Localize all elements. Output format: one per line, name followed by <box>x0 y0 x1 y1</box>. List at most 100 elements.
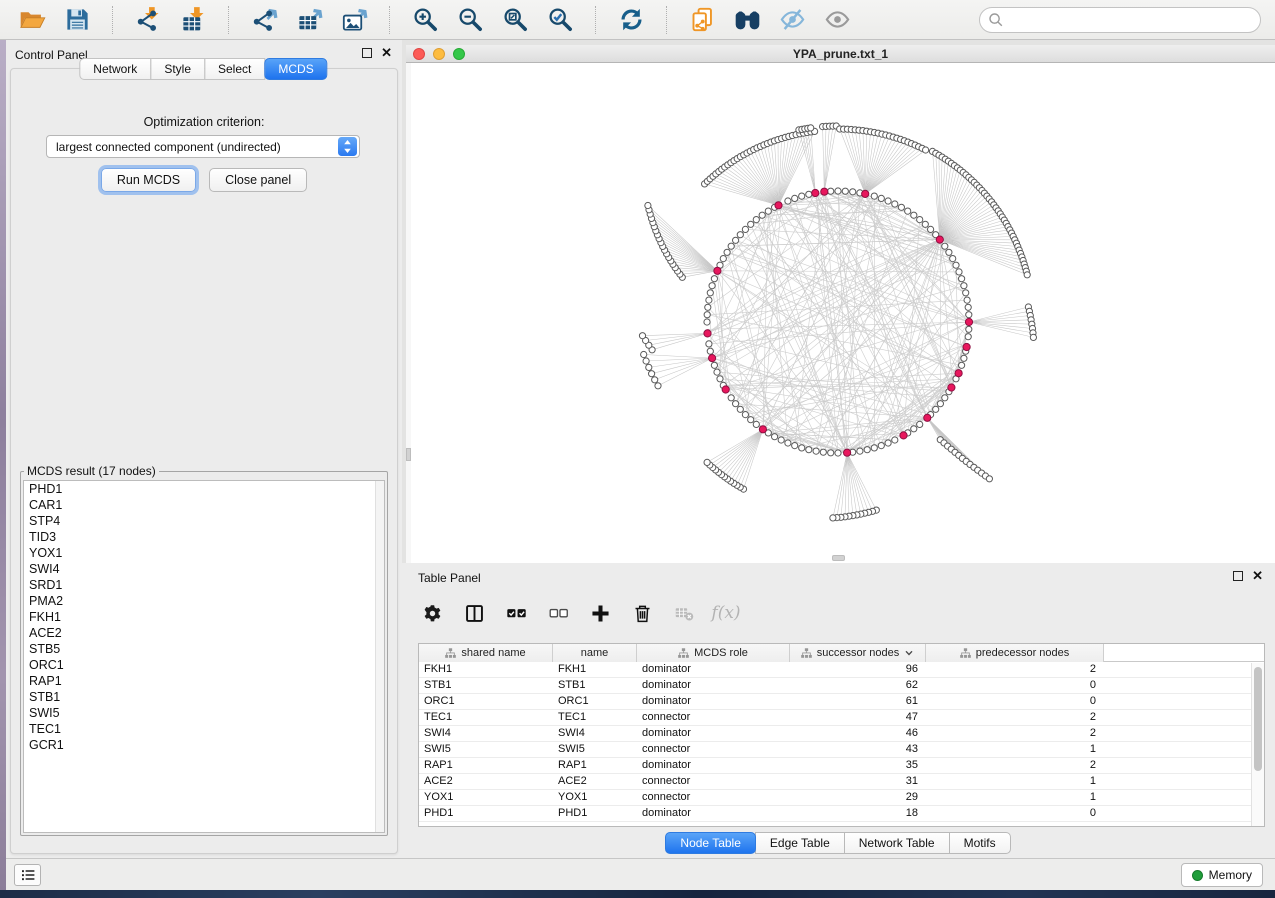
network-view-titlebar[interactable]: YPA_prune.txt_1 <box>406 45 1275 63</box>
tab-edge-table[interactable]: Edge Table <box>755 832 845 854</box>
export-image-button[interactable] <box>336 4 372 36</box>
plus-icon <box>590 603 611 624</box>
table-row[interactable]: YOX1YOX1connector291 <box>419 790 1264 806</box>
fx-icon: f(x) <box>711 603 740 623</box>
table-cell: 0 <box>926 694 1104 709</box>
mcds-result-item[interactable]: PMA2 <box>24 593 384 609</box>
table-cell: 47 <box>790 710 926 725</box>
clone-network-button[interactable] <box>684 4 720 36</box>
zoom-out-button[interactable] <box>452 4 488 36</box>
mcds-result-item[interactable]: TID3 <box>24 529 384 545</box>
minimize-window-button[interactable] <box>433 48 445 60</box>
select-all-columns-button[interactable] <box>502 599 530 627</box>
refresh-button[interactable] <box>613 4 649 36</box>
network-vscroll-track[interactable] <box>406 63 411 563</box>
close-panel-button[interactable]: Close panel <box>209 168 307 192</box>
close-table-panel-icon[interactable]: ✕ <box>1252 570 1263 581</box>
table-row[interactable]: TEC1TEC1connector472 <box>419 710 1264 726</box>
tab-select[interactable]: Select <box>204 58 265 80</box>
tab-network-table[interactable]: Network Table <box>844 832 950 854</box>
network-canvas[interactable] <box>406 63 1275 563</box>
show-all-icon <box>824 6 851 33</box>
trash-icon <box>632 603 653 624</box>
folder-open-icon <box>19 6 46 33</box>
mcds-result-item[interactable]: RAP1 <box>24 673 384 689</box>
column-header-MCDS-role[interactable]: MCDS role <box>637 644 790 662</box>
network-vscroll-thumb[interactable] <box>406 448 411 461</box>
table-cell: 29 <box>790 790 926 805</box>
mcds-result-item[interactable]: YOX1 <box>24 545 384 561</box>
import-network-icon <box>135 6 162 33</box>
table-cell: SWI4 <box>419 726 553 741</box>
mcds-result-item[interactable]: STB1 <box>24 689 384 705</box>
mcds-result-item[interactable]: STB5 <box>24 641 384 657</box>
table-row[interactable]: ACE2ACE2connector311 <box>419 774 1264 790</box>
mcds-result-item[interactable]: FKH1 <box>24 609 384 625</box>
import-table-button[interactable] <box>175 4 211 36</box>
table-cell: 0 <box>926 806 1104 821</box>
tab-node-table[interactable]: Node Table <box>665 832 756 854</box>
export-table-button[interactable] <box>291 4 327 36</box>
import-network-button[interactable] <box>130 4 166 36</box>
zoom-in-button[interactable] <box>407 4 443 36</box>
mcds-result-item[interactable]: TEC1 <box>24 721 384 737</box>
column-header-shared-name[interactable]: shared name <box>419 644 553 662</box>
save-session-button[interactable] <box>59 4 95 36</box>
mcds-result-item[interactable]: GCR1 <box>24 737 384 753</box>
table-row[interactable]: RAP1RAP1dominator352 <box>419 758 1264 774</box>
mcds-list-scrollbar[interactable] <box>375 481 384 832</box>
table-row[interactable]: PHD1PHD1dominator180 <box>419 806 1264 822</box>
mcds-result-item[interactable]: PHD1 <box>24 481 384 497</box>
mcds-result-item[interactable]: CAR1 <box>24 497 384 513</box>
table-cell: ORC1 <box>553 694 637 709</box>
create-column-button[interactable] <box>586 599 614 627</box>
run-mcds-button[interactable]: Run MCDS <box>101 168 196 192</box>
column-header-predecessor-nodes[interactable]: predecessor nodes <box>926 644 1104 662</box>
mcds-result-item[interactable]: SWI4 <box>24 561 384 577</box>
tab-mcds[interactable]: MCDS <box>264 58 327 80</box>
delete-column-button[interactable] <box>628 599 656 627</box>
mcds-result-item[interactable]: SRD1 <box>24 577 384 593</box>
tab-network[interactable]: Network <box>79 58 151 80</box>
table-row[interactable]: STB1STB1dominator620 <box>419 678 1264 694</box>
search-input[interactable] <box>979 7 1261 33</box>
table-cell: STB1 <box>419 678 553 693</box>
table-options-button[interactable] <box>418 599 446 627</box>
network-graph[interactable] <box>406 63 1275 563</box>
task-history-button[interactable] <box>14 864 41 886</box>
optimization-criterion-select[interactable]: largest connected component (undirected) <box>46 135 360 158</box>
float-table-panel-icon[interactable] <box>1233 571 1243 581</box>
tab-style[interactable]: Style <box>150 58 205 80</box>
close-window-button[interactable] <box>413 48 425 60</box>
mcds-result-item[interactable]: SWI5 <box>24 705 384 721</box>
memory-button[interactable]: Memory <box>1181 863 1263 887</box>
zoom-selected-button[interactable] <box>542 4 578 36</box>
table-panel-tabs: Node TableEdge TableNetwork TableMotifs <box>402 832 1275 854</box>
table-vscroll-thumb[interactable] <box>1254 667 1262 771</box>
network-hscroll-thumb[interactable] <box>832 555 845 561</box>
zoom-window-button[interactable] <box>453 48 465 60</box>
table-vscroll-track[interactable] <box>1251 663 1264 826</box>
table-row[interactable]: ORC1ORC1dominator610 <box>419 694 1264 710</box>
column-header-name[interactable]: name <box>553 644 637 662</box>
unselect-all-columns-button[interactable] <box>544 599 572 627</box>
table-row[interactable]: SWI4SWI4dominator462 <box>419 726 1264 742</box>
export-network-button[interactable] <box>246 4 282 36</box>
show-column-button[interactable] <box>460 599 488 627</box>
close-panel-icon[interactable]: ✕ <box>381 47 392 58</box>
tab-motifs[interactable]: Motifs <box>949 832 1011 854</box>
export-table-icon <box>296 6 323 33</box>
float-panel-icon[interactable] <box>362 48 372 58</box>
mcds-result-item[interactable]: STP4 <box>24 513 384 529</box>
hide-selected-button[interactable] <box>774 4 810 36</box>
column-header-successor-nodes[interactable]: successor nodes <box>790 644 926 662</box>
table-row[interactable]: SWI5SWI5connector431 <box>419 742 1264 758</box>
zoom-fit-button[interactable] <box>497 4 533 36</box>
mcds-result-item[interactable]: ORC1 <box>24 657 384 673</box>
first-neighbors-button[interactable] <box>729 4 765 36</box>
show-all-button[interactable] <box>819 4 855 36</box>
mcds-result-item[interactable]: ACE2 <box>24 625 384 641</box>
zoom-in-icon <box>412 6 439 33</box>
open-session-button[interactable] <box>14 4 50 36</box>
table-row[interactable]: FKH1FKH1dominator962 <box>419 662 1264 678</box>
